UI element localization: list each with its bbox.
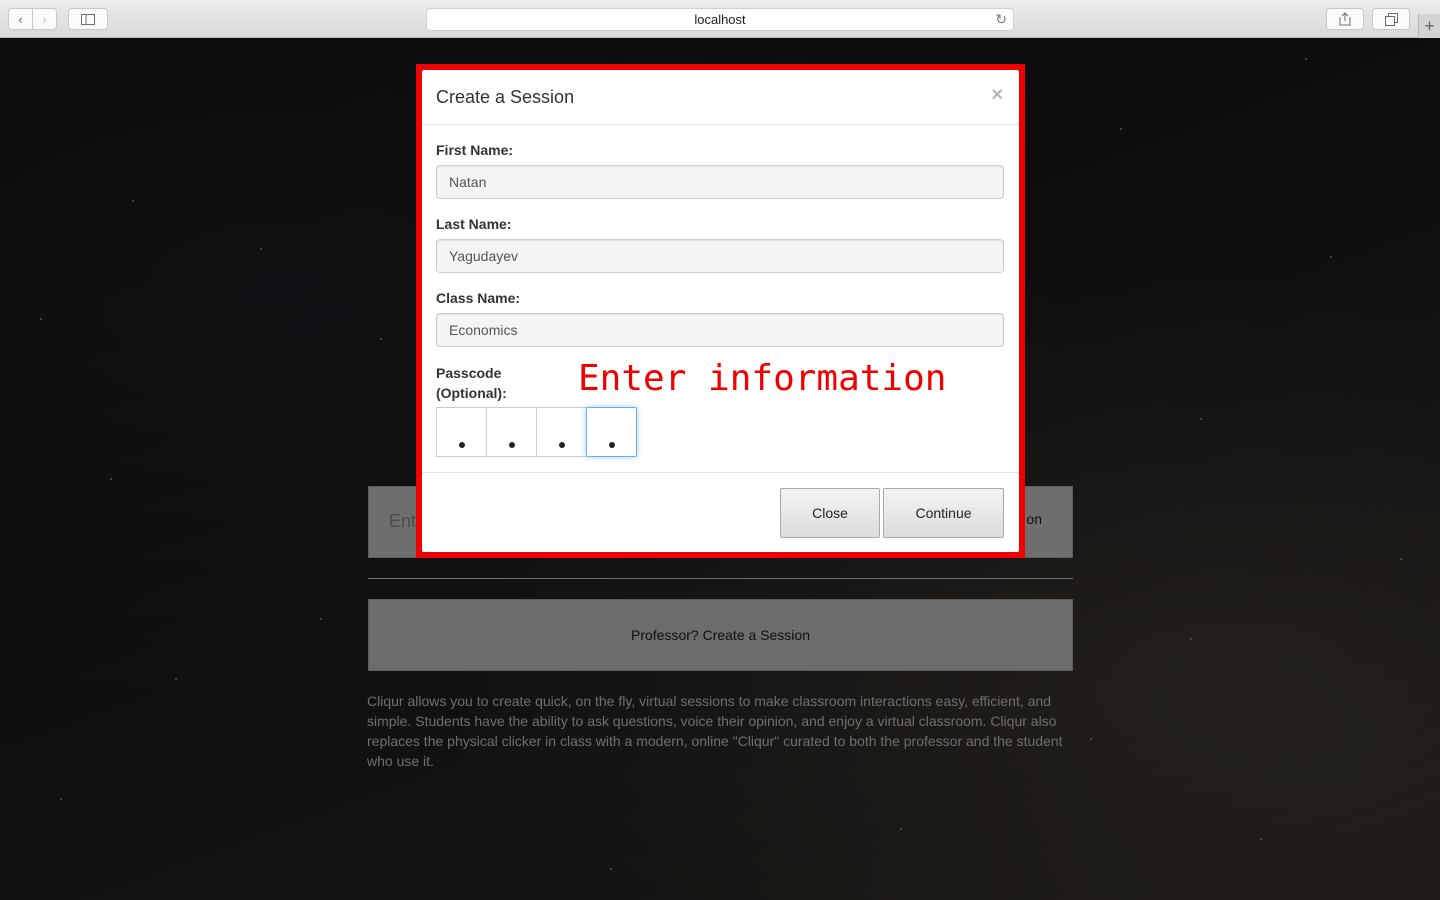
plus-icon: + — [1424, 15, 1435, 36]
masked-dot — [608, 442, 615, 448]
reload-icon[interactable]: ↻ — [995, 11, 1007, 28]
passcode-digit-4[interactable] — [586, 407, 637, 457]
close-icon[interactable]: × — [991, 84, 1003, 107]
tabs-icon — [1384, 12, 1398, 26]
passcode-digit-1[interactable] — [436, 407, 487, 457]
first-name-field[interactable]: Natan — [436, 165, 1004, 199]
sidebar-icon — [81, 13, 95, 25]
class-name-label: Class Name: — [436, 290, 521, 306]
masked-dot — [508, 442, 515, 448]
chevron-right-icon: › — [42, 11, 47, 27]
passcode-digit-3[interactable] — [536, 407, 587, 457]
last-name-label: Last Name: — [436, 216, 512, 232]
modal-title: Create a Session — [436, 87, 575, 107]
show-tabs-button[interactable] — [1372, 8, 1410, 30]
modal-footer: Close Continue — [422, 472, 1019, 552]
last-name-field[interactable]: Yagudayev — [436, 239, 1004, 273]
browser-toolbar: ‹ › localhost ↻ + — [0, 0, 1440, 38]
modal-header: Create a Session × — [422, 70, 1019, 125]
sidebar-toggle-button[interactable] — [68, 8, 108, 30]
annotation-text: Enter information — [578, 358, 947, 399]
share-button[interactable] — [1326, 8, 1364, 30]
masked-dot — [458, 442, 465, 448]
passcode-digit-2[interactable] — [486, 407, 537, 457]
url-text: localhost — [694, 12, 746, 27]
first-name-label: First Name: — [436, 142, 514, 158]
passcode-label-line2: (Optional): — [436, 385, 507, 401]
new-tab-button[interactable]: + — [1418, 14, 1440, 38]
passcode-label: Passcode (Optional): — [436, 363, 526, 403]
passcode-label-line1: Passcode — [436, 365, 502, 381]
masked-dot — [558, 442, 565, 448]
address-bar[interactable]: localhost ↻ — [426, 8, 1014, 31]
forward-button[interactable]: › — [32, 8, 57, 30]
share-icon — [1339, 12, 1351, 26]
continue-button[interactable]: Continue — [883, 488, 1004, 538]
close-button[interactable]: Close — [780, 488, 880, 538]
create-session-modal: Create a Session × First Name: Natan Las… — [422, 70, 1019, 552]
class-name-field[interactable]: Economics — [436, 313, 1004, 347]
back-button[interactable]: ‹ — [8, 8, 33, 30]
chevron-left-icon: ‹ — [18, 11, 23, 27]
